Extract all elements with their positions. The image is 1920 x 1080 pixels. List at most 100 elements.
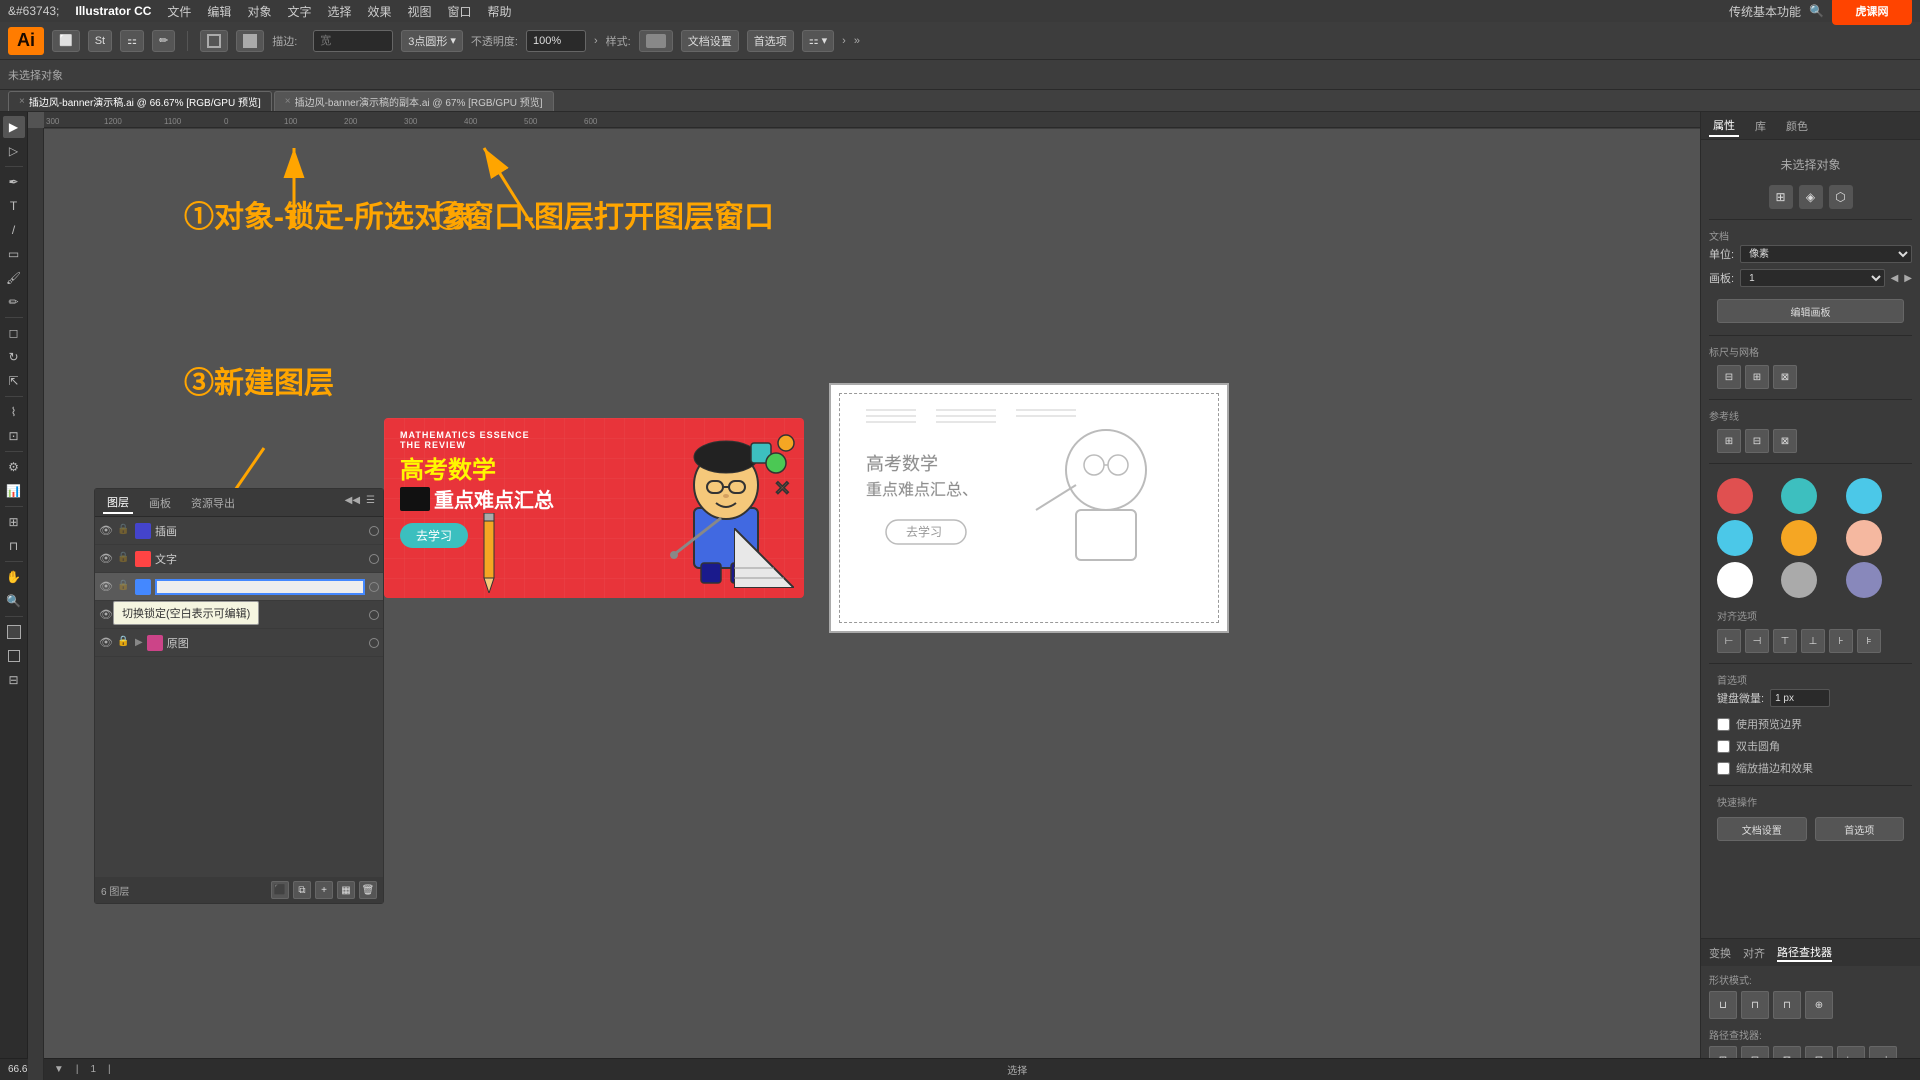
align-top-btn[interactable]: ⊥	[1801, 629, 1825, 653]
text-tool[interactable]: T	[3, 195, 25, 217]
swatch-gray[interactable]	[1781, 562, 1817, 598]
scale-effects-checkbox[interactable]	[1717, 762, 1730, 775]
menu-select[interactable]: 选择	[327, 3, 351, 20]
layer-1-lock[interactable]: 🔒	[117, 552, 131, 566]
scale-tool[interactable]: ⇱	[3, 370, 25, 392]
layers-tab-artboard[interactable]: 画板	[145, 493, 175, 513]
smart-guides-btn[interactable]: ⊟	[1745, 429, 1769, 453]
swatch-purple-gray[interactable]	[1846, 562, 1882, 598]
align-center-v-btn[interactable]: ⊦	[1829, 629, 1853, 653]
symbol-tool[interactable]: ⚙	[3, 456, 25, 478]
snap-grid-btn[interactable]: ⊠	[1773, 365, 1797, 389]
grid-toggle-btn[interactable]: ⊞	[1745, 365, 1769, 389]
zoom-tool[interactable]: 🔍	[3, 590, 25, 612]
app-name[interactable]: Illustrator CC	[75, 4, 151, 18]
artboard-nav-prev[interactable]: ◀	[1891, 273, 1899, 284]
artboard-select[interactable]: 1	[1740, 269, 1885, 287]
clear-guides-btn[interactable]: ⊠	[1773, 429, 1797, 453]
shape-selector[interactable]: 3点圆形 ▾	[401, 30, 463, 52]
right-tab-color[interactable]: 颜色	[1782, 116, 1812, 136]
style-swatch[interactable]	[639, 30, 673, 52]
layers-collapse-btn[interactable]: ◀◀	[345, 495, 360, 506]
pencil-tool[interactable]: ✏	[3, 291, 25, 313]
layer-3-lock[interactable]: 🔒	[117, 608, 131, 622]
free-transform-tool[interactable]: ⊡	[3, 425, 25, 447]
tiger-logo[interactable]: 虎课网	[1832, 0, 1912, 25]
quick-doc-setup-btn[interactable]: 文档设置	[1717, 817, 1807, 841]
tab-0-close[interactable]: ×	[19, 96, 25, 107]
intersect-btn[interactable]: ⊓	[1773, 991, 1801, 1019]
open-btn[interactable]: St	[88, 30, 112, 52]
add-guides-btn[interactable]: ⊞	[1717, 429, 1741, 453]
layers-tab-layers[interactable]: 图层	[103, 492, 133, 514]
swatch-red[interactable]	[1717, 478, 1753, 514]
align-tab[interactable]: 对齐	[1743, 945, 1765, 961]
use-preview-checkbox[interactable]	[1717, 718, 1730, 731]
menu-view[interactable]: 视图	[408, 3, 432, 20]
arrange-btn[interactable]: ⚏ ▾	[802, 30, 834, 52]
width-input[interactable]	[313, 30, 393, 52]
swatch-light-blue[interactable]	[1717, 520, 1753, 556]
menu-edit[interactable]: 编辑	[207, 3, 231, 20]
menu-file[interactable]: 文件	[167, 3, 191, 20]
layer-row-4[interactable]: 👁 🔒 ▶ 原图	[95, 629, 383, 657]
right-tab-library[interactable]: 库	[1751, 116, 1770, 136]
swatch-teal[interactable]	[1781, 478, 1817, 514]
align-bottom-btn[interactable]: ⊧	[1857, 629, 1881, 653]
graph-tool[interactable]: 📊	[3, 480, 25, 502]
unit-select[interactable]: 像素	[1740, 245, 1912, 263]
right-tab-properties[interactable]: 属性	[1709, 115, 1739, 137]
artboard-nav-next[interactable]: ▶	[1904, 273, 1912, 284]
layers-new-sublayer[interactable]: +	[315, 881, 333, 899]
layer-4-expand[interactable]: ▶	[135, 637, 143, 648]
unite-btn[interactable]: ⊔	[1709, 991, 1737, 1019]
menu-help[interactable]: 帮助	[488, 3, 512, 20]
layer-1-eye[interactable]: 👁	[99, 552, 113, 566]
align-right-btn[interactable]: ⊤	[1773, 629, 1797, 653]
layer-row-0[interactable]: 👁 🔒 插画	[95, 517, 383, 545]
swatch-white[interactable]	[1717, 562, 1753, 598]
new-doc-btn[interactable]: ⬜	[52, 30, 80, 52]
tab-1-close[interactable]: ×	[285, 96, 291, 107]
layer-2-name-input[interactable]	[155, 579, 365, 595]
menu-object[interactable]: 对象	[247, 3, 271, 20]
layer-2-lock[interactable]: 🔒	[117, 580, 131, 594]
layer-2-eye[interactable]: 👁	[99, 580, 113, 594]
rect-tool[interactable]: ▭	[3, 243, 25, 265]
layer-row-1[interactable]: 👁 🔒 文字	[95, 545, 383, 573]
layer-3-expand[interactable]: ▶	[135, 609, 143, 620]
pathfinder-tab[interactable]: 路径查找器	[1777, 944, 1832, 962]
layer-3-eye[interactable]: 👁	[99, 608, 113, 622]
layers-duplicate[interactable]: ⧉	[293, 881, 311, 899]
layers-tab-export[interactable]: 资源导出	[187, 493, 239, 513]
tab-1[interactable]: × 插边风-banner演示稿的副本.ai @ 67% [RGB/GPU 预览]	[274, 91, 554, 111]
pen-tool[interactable]: ✒	[3, 171, 25, 193]
appearance-icon[interactable]: ◈	[1799, 185, 1823, 209]
layer-4-eye[interactable]: 👁	[99, 636, 113, 650]
layer-row-2[interactable]: 👁 🔒 切换锁定(空白表示可编辑)	[95, 573, 383, 601]
layer-0-lock[interactable]: 🔒	[117, 524, 131, 538]
stroke-color[interactable]	[200, 30, 228, 52]
layers-delete[interactable]: 🗑	[359, 881, 377, 899]
rotate-tool[interactable]: ↻	[3, 346, 25, 368]
edit-artboard-btn[interactable]: 编辑画板	[1717, 299, 1904, 323]
ruler-toggle-btn[interactable]: ⊟	[1717, 365, 1741, 389]
warp-tool[interactable]: ⌇	[3, 401, 25, 423]
layers-new-layer-from-template[interactable]: ⬛	[271, 881, 289, 899]
zoom-decrease[interactable]: ▼	[54, 1064, 64, 1075]
double-corner-checkbox[interactable]	[1717, 740, 1730, 753]
color-icon[interactable]: ⬡	[1829, 185, 1853, 209]
menu-text[interactable]: 文字	[287, 3, 311, 20]
tab-0[interactable]: × 插边风-banner演示稿.ai @ 66.67% [RGB/GPU 预览]	[8, 91, 272, 111]
transform-tab[interactable]: 变换	[1709, 945, 1731, 961]
select-tool[interactable]: ▶	[3, 116, 25, 138]
apple-menu[interactable]: &#63743;	[8, 4, 59, 18]
layers-menu-btn[interactable]: ☰	[366, 495, 375, 506]
layer-row-3[interactable]: 👁 🔒 ▶ 配色	[95, 601, 383, 629]
layer-4-lock[interactable]: 🔒	[117, 636, 131, 650]
artboard-tool[interactable]: ⊞	[3, 511, 25, 533]
align-center-h-btn[interactable]: ⊣	[1745, 629, 1769, 653]
quick-preferences-btn[interactable]: 首选项	[1815, 817, 1905, 841]
slice-tool[interactable]: ⊓	[3, 535, 25, 557]
preferences-btn[interactable]: 首选项	[747, 30, 794, 52]
